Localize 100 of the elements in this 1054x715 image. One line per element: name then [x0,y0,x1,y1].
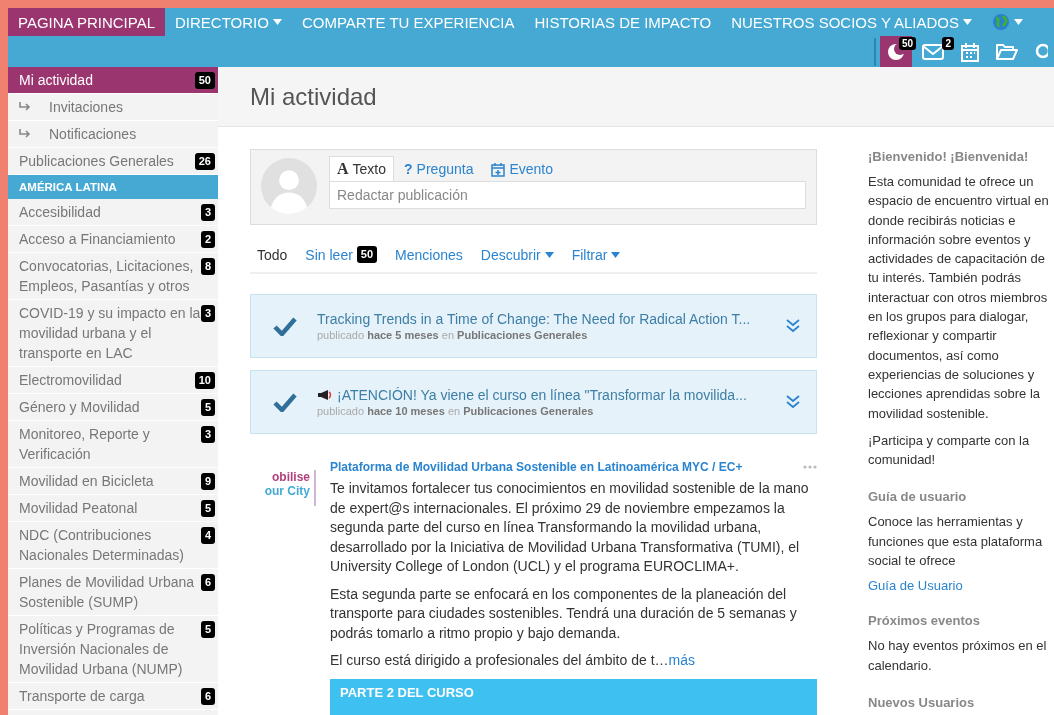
count-badge: 2 [200,231,215,248]
count-badge: 3 [200,426,215,443]
section-text: ¡Participa y comparte con la comunidad! [868,431,1031,470]
return-arrow-icon [19,129,31,139]
section-text: No hay eventos próximos en el calendario. [868,637,1048,675]
filter-tab[interactable]: Filtrar [564,243,628,266]
organization-logo: obilise our City [250,470,316,506]
sidebar-item[interactable]: Electromovilidad 10 [8,367,218,394]
return-arrow-icon [19,102,31,112]
sidebar-item[interactable]: Planes de Movilidad Urbana Sostenible (SUMP) 6 [8,569,218,616]
count-badge: 4 [200,527,215,544]
sidebar-subitem[interactable]: Invitaciones [8,94,218,121]
section-heading: Nuevos Usuarios [868,694,976,710]
count-badge: 3 [200,305,215,322]
count-badge: 8 [200,258,215,275]
avatar-silhouette [261,158,317,214]
notification-card[interactable]: Tracking Trends in a Time of Change: The Need for Radical Action T... publicado hace 5 meses en Publicaciones Generales [250,294,817,358]
calendar-icon [960,41,980,62]
sidebar-label: Electromovilidad [19,371,122,390]
count-badge: 50 [356,246,378,263]
caret-icon [963,19,972,25]
sidebar-item[interactable]: Transporte de carga 6 [8,683,218,710]
sidebar-item[interactable]: COVID-19 y su impacto en la movilidad urbana y el transporte en LAC 3 [8,300,218,367]
section-header: AMÉRICA LATINA [8,175,218,199]
filter-tab[interactable]: Menciones [388,243,470,266]
sidebar-item[interactable]: Movilidad en Bicicleta 9 [8,468,218,495]
megaphone-icon [317,389,333,401]
count-badge: 5 [200,500,215,517]
author-link[interactable]: Plataforma de Movilidad Urbana Sostenible en Latinoamérica MYC / EC+ [330,460,743,474]
text-format-icon: A [337,160,349,178]
calendar-icon [491,161,506,177]
section-text: Conoce las herramientas y funciones que esta plataforma social te ofrece [868,513,1044,571]
count-badge: 26 [194,153,215,170]
read-more-link[interactable]: más [668,652,695,668]
post-input-field[interactable]: Redactar publicación [329,181,806,209]
sidebar-item[interactable]: Monitoreo, Reporte y Verificación 3 [8,421,218,468]
sidebar-label: Movilidad en Bicicleta [19,472,154,491]
sidebar-item[interactable]: Género y Movilidad 5 [8,394,218,421]
sidebar-item[interactable]: NDC (Contribuciones Nacionales Determinadas) 4 [8,522,218,569]
sidebar-label: Notificaciones [49,125,137,144]
count-badge: 10 [194,372,215,389]
envelope-icon [922,43,944,60]
notification-title: ¡ATENCIÓN! Ya viene el curso en línea "Transformar la movilida... [317,387,766,403]
filter-tab[interactable]: Sin leer 50 [298,243,385,266]
globe-icon [992,13,1010,31]
composer-tab[interactable]: A Texto [329,156,395,181]
sidebar-label: Movilidad Peatonal [19,499,138,518]
sidebar-item[interactable]: Accesibilidad 3 [8,199,218,226]
sidebar-item[interactable]: Convocatorias, Licitaciones, Empleos, Pasantías y otros 8 [8,253,218,300]
filter-tab[interactable]: Todo [250,243,295,266]
sidebar-label: Monitoreo, Reporte y Verificación [19,425,151,464]
page-title: Mi actividad [250,82,377,111]
composer-tab[interactable]: ? Pregunta [396,156,482,181]
sidebar-item[interactable]: Movilidad Peatonal 5 [8,495,218,522]
sidebar-label: Accesibilidad [19,203,101,222]
language-menu[interactable] [992,13,1023,31]
filter-tab[interactable]: Descubrir [473,243,561,266]
count-badge: 5 [200,621,215,638]
composer-tab[interactable]: Evento [483,156,561,181]
expand-icon[interactable] [786,319,800,333]
sidebar-label: Publicaciones Generales [19,152,174,171]
sidebar-label: Mi actividad [19,71,93,90]
caret-icon [544,251,554,258]
notification-meta: publicado hace 5 meses en Publicaciones Generales [317,329,589,341]
expand-icon[interactable] [786,395,800,409]
sidebar-subitem[interactable]: Notificaciones [8,121,218,148]
notification-meta: publicado hace 10 meses en Publicaciones Generales [317,405,595,417]
count-badge: 3 [200,204,215,221]
check-icon [273,316,297,336]
count-badge: 6 [200,688,215,705]
folder-icon [996,42,1018,61]
nav-link[interactable]: PAGINA PRINCIPAL [8,8,165,36]
sidebar-label: COVID-19 y su impacto en la movilidad urbana y el transporte en LAC [19,304,201,363]
count-badge: 50 [898,37,916,50]
section-text: Esta comunidad te ofrece un espacio de encuentro virtual en donde recibirás noticias e información sobre eventos y actividades de capacitación de tu interés. También podrás interactuar con otros miembros en los grupos para dialogar, reflexionar y compartir documentos, así como experiencias de soluciones y lecciones aprendidas sobre la movilidad sostenible. [868,173,1050,423]
sidebar-label: Invitaciones [49,98,123,117]
more-options-icon[interactable] [803,465,817,469]
section-heading: ¡Bienvenido! ¡Bienvenida! [868,149,1030,164]
sidebar-label: NDC (Contribuciones Nacionales Determinadas) [19,526,185,565]
user-guide-link[interactable]: Guía de Usuario [868,578,1053,594]
sidebar-label: Convocatorias, Licitaciones, Empleos, Pasantías y otros [19,257,195,296]
post-paragraph: Esta segunda parte se enfocará en los componentes de la planeación del transporte para ciudades sostenibles. Tendrá una duración de 5 semanas y podrás tomarlo a ritmo propio y bajo demanda. [330,584,798,643]
sidebar-item[interactable]: Mi actividad 50 [8,67,218,94]
section-heading: Próximos eventos [868,613,981,629]
sidebar-label: Planes de Movilidad Urbana Sostenible (SUMP) [19,573,196,612]
post-paragraph: Te invitamos fortalecer tus conocimientos en movilidad sostenible de la mano de expert@s internacionales. El próximo 29 de noviembre empezamos la segunda parte del curso en línea Transformando la movilidad urbana, desarrollado por la Iniciativa de Movilidad Urbana Transformativa (TUMI), el University College of London (UCL) y el programa EUROCLIMA+. [330,479,810,576]
caret-icon [1014,19,1023,25]
sidebar-item[interactable]: Políticas y Programas de Inversión Nacionales de Movilidad Urbana (NUMP) 5 [8,616,218,683]
sidebar-label: Acceso a Financiamiento [19,230,176,249]
sidebar-label: Género y Movilidad [19,398,140,417]
count-badge: 2 [942,37,954,50]
sidebar-label: Políticas y Programas de Inversión Nacionales de Movilidad Urbana (NUMP) [19,620,184,679]
notification-card[interactable]: ¡ATENCIÓN! Ya viene el curso en línea "Transformar la movilida... publicado hace 10 meses en Publicaciones Generales [250,370,817,434]
check-icon [273,392,297,412]
count-badge: 5 [200,399,215,416]
banner-title: PARTE 2 DEL CURSO [340,684,474,700]
sidebar-item[interactable]: Acceso a Financiamiento 2 [8,226,218,253]
section-heading: Guía de usuario [868,489,968,505]
sidebar-label: Transporte de carga [19,687,145,706]
count-badge: 6 [200,574,215,591]
